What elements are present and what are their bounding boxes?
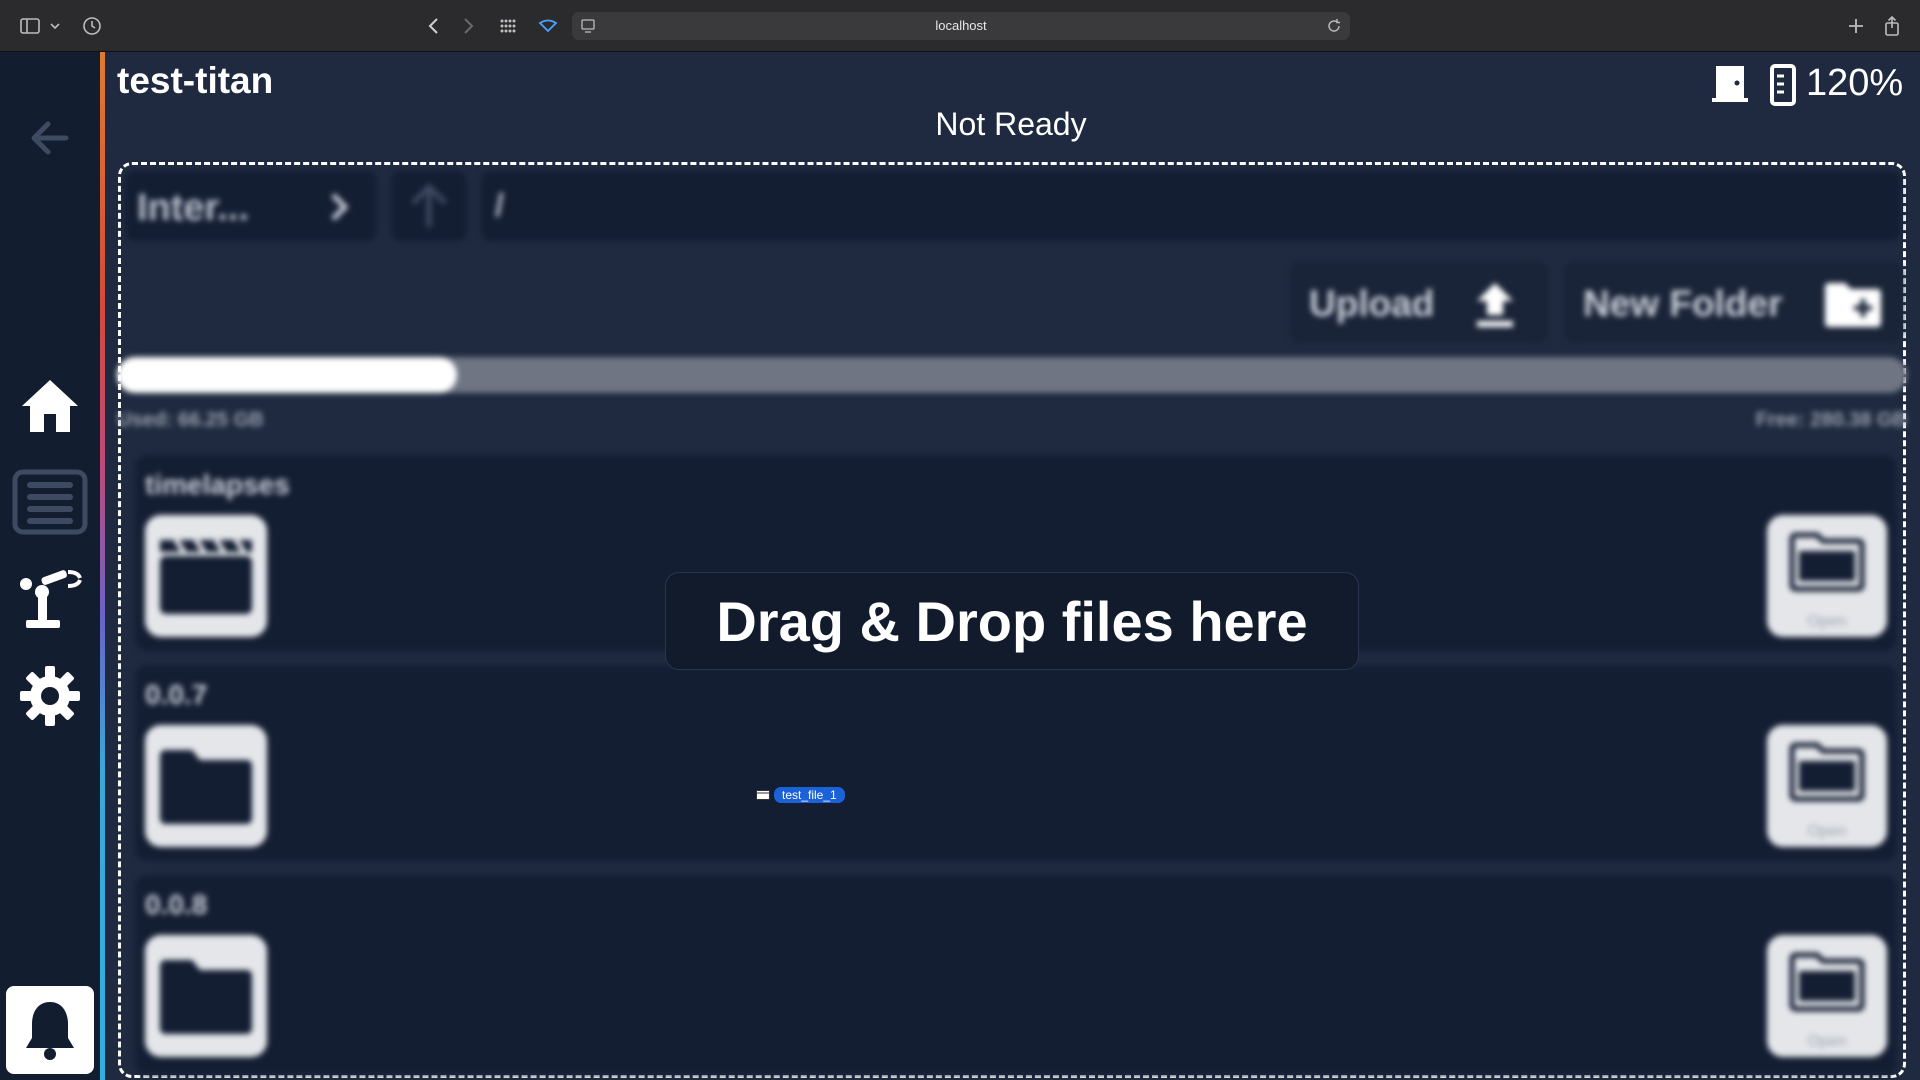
robot-arm-icon: [20, 570, 82, 628]
file-row-0.0.8[interactable]: 0.0.8 Open: [135, 875, 1897, 1075]
path-text: /: [495, 187, 504, 223]
new-tab-icon[interactable]: [1844, 14, 1868, 38]
filament-sensor-icon: [1770, 64, 1796, 106]
arrow-up-icon: [411, 183, 447, 227]
file-name: timelapses: [145, 469, 290, 500]
folder-icon: [1789, 742, 1865, 802]
history-icon[interactable]: [80, 14, 104, 38]
file-icon: [756, 790, 770, 800]
home-icon: [22, 380, 78, 432]
folder-icon: [1789, 952, 1865, 1012]
open-label: Open: [1807, 1033, 1847, 1050]
storage-usage-fill: [117, 357, 458, 393]
door-icon: [1712, 66, 1748, 102]
dragged-file-name: test_file_1: [774, 787, 845, 803]
share-icon[interactable]: [1880, 14, 1904, 38]
printer-name: test-titan: [117, 60, 274, 101]
open-label: Open: [1807, 613, 1847, 630]
new-folder-button[interactable]: New Folder: [1563, 261, 1903, 343]
extension-icon[interactable]: [536, 14, 560, 38]
reload-icon[interactable]: [1326, 18, 1342, 34]
nav-home[interactable]: [12, 368, 88, 444]
notifications-button[interactable]: [6, 986, 94, 1074]
file-thumbnail: [145, 725, 267, 847]
parent-folder-button[interactable]: [391, 171, 467, 241]
file-thumbnail: [145, 515, 267, 637]
folder-icon: [1789, 532, 1865, 592]
nav-settings[interactable]: [12, 658, 88, 734]
list-icon: [12, 469, 88, 535]
sidebar-toggle-icon[interactable]: [18, 14, 42, 38]
nav-machine[interactable]: [12, 560, 88, 636]
forward-nav-icon[interactable]: [456, 14, 480, 38]
open-label: Open: [1807, 823, 1847, 840]
upload-label: Upload: [1309, 283, 1435, 324]
file-name: 0.0.7: [145, 679, 208, 710]
upload-button[interactable]: Upload: [1289, 261, 1549, 343]
storage-label: Inter...: [137, 187, 249, 229]
back-nav-icon[interactable]: [422, 14, 446, 38]
storage-usage-bar: [117, 357, 1907, 393]
grid-apps-icon[interactable]: [496, 14, 520, 38]
storage-used: Used: 66.25 GB: [117, 409, 264, 431]
upload-icon: [1477, 283, 1513, 327]
nav-jobs[interactable]: [12, 464, 88, 540]
storage-free: Free: 280.38 GB: [1755, 409, 1907, 431]
file-thumbnail: [145, 935, 267, 1057]
breadcrumb: Inter... /: [125, 171, 1901, 241]
open-button[interactable]: Open: [1767, 515, 1887, 637]
file-name: 0.0.8: [145, 889, 208, 920]
folder-plus-icon: [1825, 283, 1881, 327]
storage-selector[interactable]: Inter...: [125, 171, 377, 241]
open-button[interactable]: Open: [1767, 935, 1887, 1057]
url-text: localhost: [935, 18, 987, 33]
sidebar-accent-stripe: [100, 52, 105, 1080]
left-sidebar: [0, 52, 100, 1080]
clapperboard-icon: [160, 538, 252, 614]
address-bar[interactable]: localhost: [572, 12, 1350, 40]
chevron-down-icon[interactable]: [48, 14, 62, 38]
file-row-0.0.7[interactable]: 0.0.7 Open: [135, 665, 1897, 861]
gear-icon: [20, 666, 80, 726]
printer-status: Not Ready: [935, 106, 1087, 142]
chevron-right-icon: [331, 193, 349, 221]
open-button[interactable]: Open: [1767, 725, 1887, 847]
zoom-level: 120%: [1806, 62, 1904, 104]
folder-icon: [160, 750, 252, 824]
current-path: /: [481, 171, 1901, 241]
drop-message: Drag & Drop files here: [665, 572, 1359, 670]
dragged-file[interactable]: test_file_1: [756, 787, 845, 803]
bell-icon: [26, 1002, 74, 1060]
new-folder-label: New Folder: [1583, 283, 1783, 324]
folder-icon: [160, 960, 252, 1034]
browser-toolbar: localhost: [0, 0, 1920, 52]
